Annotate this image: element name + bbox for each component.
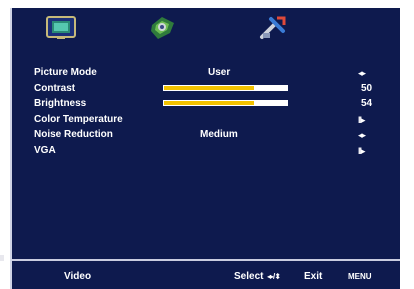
brightness-slider[interactable]: [163, 100, 288, 106]
contrast-slider-fill: [164, 86, 254, 90]
color-temperature-enter-icon[interactable]: II▸: [358, 114, 365, 126]
menu-key-label: MENU: [348, 272, 372, 281]
select-hint-label: Select: [234, 271, 264, 282]
osd-menu-panel: Picture Mode User ◂▸ Contrast 50 Brightn…: [10, 8, 400, 289]
color-temperature-label[interactable]: Color Temperature: [34, 114, 123, 126]
brightness-label[interactable]: Brightness: [34, 98, 86, 110]
noise-reduction-arrow-icon[interactable]: ◂▸: [358, 129, 366, 141]
picture-mode-arrow-icon[interactable]: ◂▸: [358, 67, 366, 79]
settings-icon[interactable]: [148, 15, 176, 41]
source-label: Video: [64, 271, 92, 282]
vga-label[interactable]: VGA: [34, 145, 56, 157]
picture-icon[interactable]: [46, 16, 76, 40]
picture-mode-value: User: [208, 67, 231, 78]
picture-mode-label[interactable]: Picture Mode: [34, 67, 97, 79]
brightness-slider-fill: [164, 101, 254, 105]
contrast-slider[interactable]: [163, 85, 288, 91]
footer-divider: [12, 259, 400, 261]
contrast-label[interactable]: Contrast: [34, 83, 75, 95]
noise-reduction-label[interactable]: Noise Reduction: [34, 129, 113, 141]
select-keys-icon: ◂▸/⬍: [267, 272, 281, 281]
edge-marker: [0, 255, 4, 261]
tools-icon[interactable]: [259, 15, 287, 41]
brightness-value: 54: [361, 98, 373, 109]
contrast-value: 50: [361, 83, 373, 94]
vga-enter-icon[interactable]: II▸: [358, 145, 365, 157]
exit-hint-label: Exit: [304, 271, 323, 282]
noise-reduction-value: Medium: [200, 129, 238, 140]
